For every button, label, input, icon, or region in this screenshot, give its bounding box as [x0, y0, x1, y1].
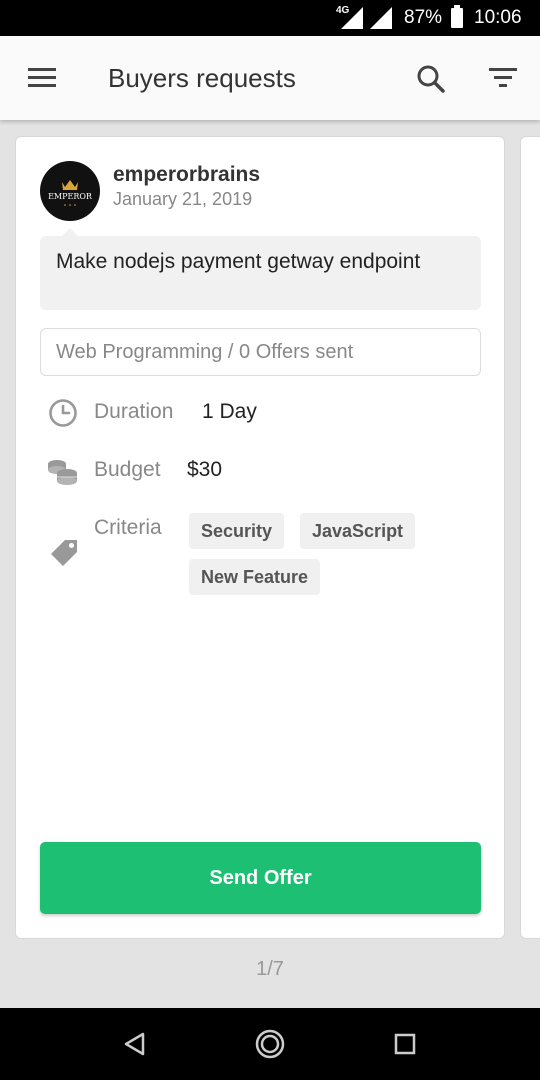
navigation-bar — [0, 1008, 540, 1080]
app-bar: Buyers requests — [0, 36, 540, 120]
avatar-logo: EMPEROR — [48, 180, 93, 206]
next-request-card[interactable] — [520, 136, 540, 939]
duration-row: Duration 1 Day — [46, 395, 486, 431]
recents-icon — [394, 1033, 416, 1055]
battery-icon — [451, 5, 463, 28]
tag-icon — [51, 540, 77, 566]
back-button[interactable] — [99, 1008, 171, 1080]
request-description: Make nodejs payment getway endpoint — [40, 228, 481, 310]
request-card: EMPEROR emperorbrains January 21, 2019 M… — [15, 136, 505, 939]
criteria-chip[interactable]: New Feature — [189, 559, 321, 595]
budget-row: Budget $30 — [46, 453, 486, 489]
budget-label: Budget — [94, 458, 161, 481]
avatar[interactable]: EMPEROR — [40, 161, 100, 221]
category-info: Web Programming / 0 Offers sent — [40, 328, 481, 376]
page-title: Buyers requests — [108, 63, 296, 93]
signal-icon — [370, 7, 392, 29]
criteria-row: Criteria Security JavaScript New Feature — [46, 509, 486, 599]
svg-text:EMPEROR: EMPEROR — [48, 192, 93, 201]
signal-icon — [341, 7, 363, 29]
clock-icon — [49, 399, 77, 427]
page-indicator: 1/7 — [256, 958, 284, 980]
home-button[interactable] — [234, 1008, 306, 1080]
criteria-chip[interactable]: Security — [189, 513, 285, 549]
send-offer-button[interactable]: Send Offer — [40, 842, 481, 914]
search-icon[interactable] — [416, 64, 446, 94]
duration-label: Duration — [94, 400, 174, 423]
duration-value: 1 Day — [202, 400, 257, 423]
menu-icon[interactable] — [28, 68, 56, 88]
criteria-chip[interactable]: JavaScript — [300, 513, 416, 549]
clock: 10:06 — [474, 7, 522, 28]
coins-icon — [48, 460, 77, 485]
filter-icon[interactable] — [489, 68, 517, 88]
budget-value: $30 — [187, 458, 223, 481]
criteria-label: Criteria — [94, 516, 162, 539]
buyer-username[interactable]: emperorbrains — [113, 163, 260, 187]
back-icon — [124, 1032, 145, 1056]
recents-button[interactable] — [369, 1008, 441, 1080]
status-bar: 4G 87% 10:06 — [0, 0, 540, 36]
home-icon — [255, 1029, 285, 1059]
request-date: January 21, 2019 — [113, 189, 253, 209]
battery-percent: 87% — [404, 7, 443, 28]
